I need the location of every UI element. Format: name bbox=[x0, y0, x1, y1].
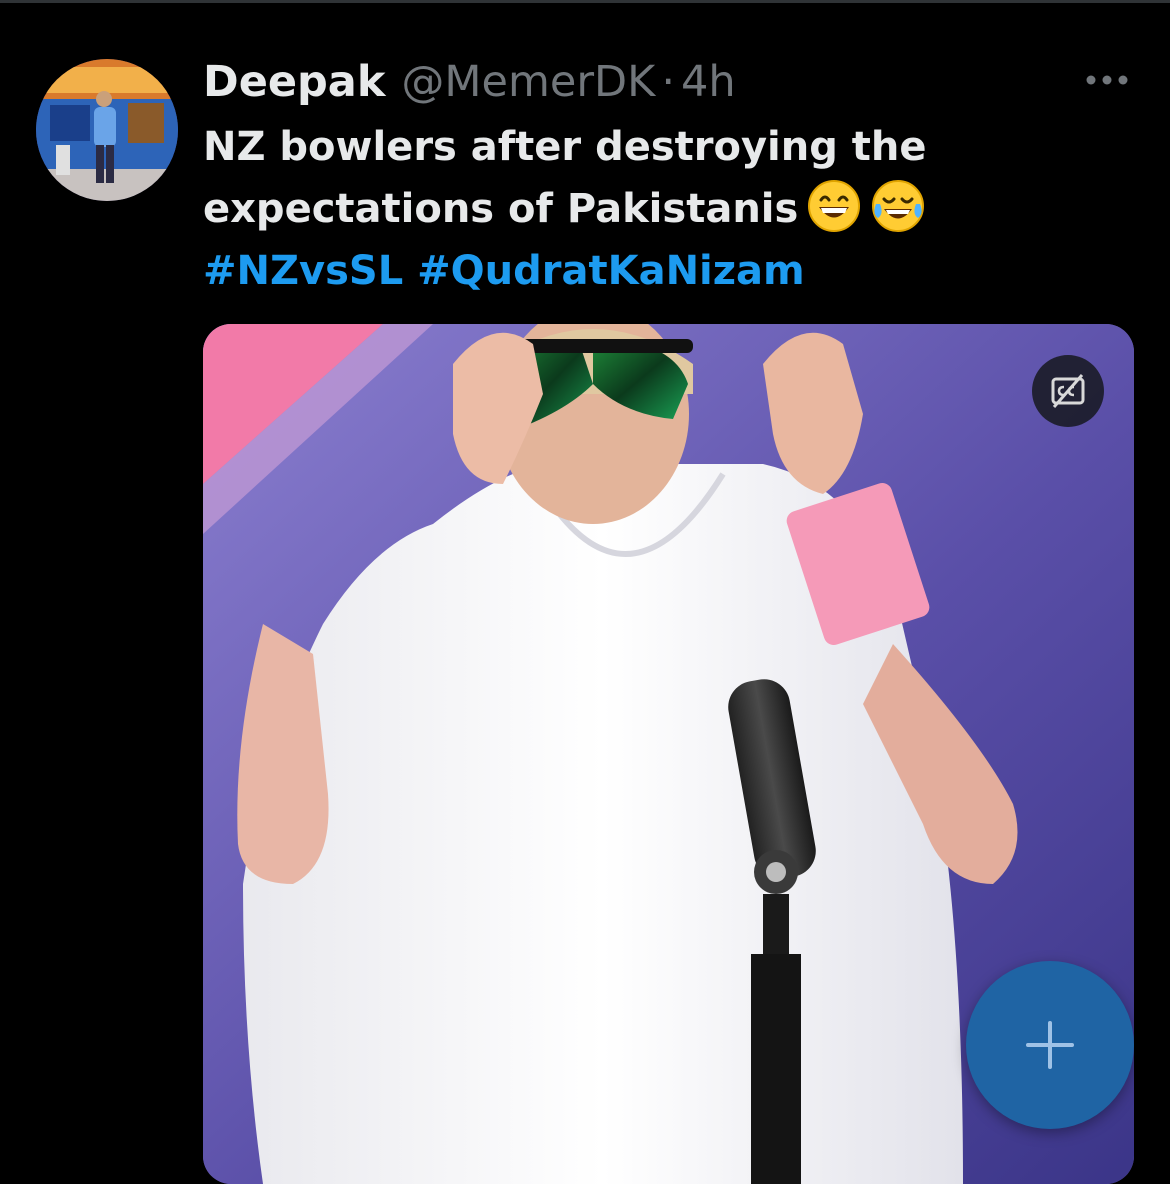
display-name[interactable]: Deepak bbox=[203, 56, 385, 108]
user-handle[interactable]: @MemerDK bbox=[401, 56, 655, 108]
tweet-text-line-1: NZ bowlers after destroying the bbox=[203, 124, 927, 170]
tweet-text-line-2: expectations of Pakistanis bbox=[203, 178, 1133, 240]
tweet-text: NZ bowlers after destroying the expectat… bbox=[203, 116, 1133, 302]
separator-dot: · bbox=[661, 57, 675, 107]
plus-icon bbox=[1024, 1019, 1076, 1071]
more-options-button[interactable] bbox=[1082, 60, 1132, 100]
avatar[interactable] bbox=[36, 59, 178, 201]
timestamp[interactable]: 4h bbox=[681, 56, 736, 108]
hashtag-nzvssl[interactable]: #NZvsSL bbox=[203, 248, 403, 294]
captions-off-icon bbox=[1048, 371, 1088, 411]
more-horizontal-icon bbox=[1085, 74, 1129, 86]
hashtag-qudratkanizam[interactable]: #QudratKaNizam bbox=[417, 248, 805, 294]
captions-toggle-button[interactable] bbox=[1032, 355, 1104, 427]
tweet[interactable]: Deepak @MemerDK · 4h NZ bowlers after de… bbox=[0, 0, 1170, 1184]
compose-fab-button[interactable] bbox=[966, 961, 1134, 1129]
tears-of-joy-emoji-icon bbox=[870, 178, 926, 234]
tweet-header: Deepak @MemerDK · 4h bbox=[203, 56, 736, 108]
grinning-face-emoji-icon bbox=[806, 178, 862, 234]
tweet-text-line-2-content: expectations of Pakistanis bbox=[203, 186, 799, 232]
hashtags-line: #NZvsSL #QudratKaNizam bbox=[203, 240, 1133, 302]
